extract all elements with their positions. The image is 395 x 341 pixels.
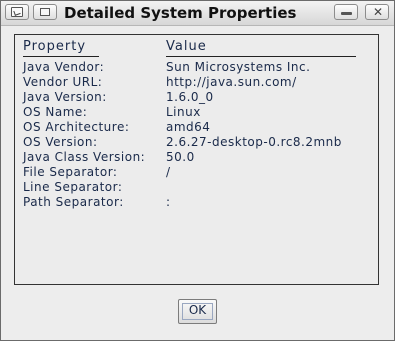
property-value: http://java.sun.com/: [166, 75, 297, 89]
header-divider: [166, 56, 356, 57]
property-key: Java Class Version:: [23, 150, 146, 164]
property-value: Linux: [166, 105, 201, 119]
ok-button[interactable]: OK: [178, 299, 217, 324]
close-button[interactable]: ✕: [365, 4, 389, 20]
property-key: Java Version:: [23, 90, 107, 104]
table-row: Java Class Version: 50.0: [23, 150, 363, 165]
column-header-property: Property: [23, 39, 87, 54]
property-key: File Separator:: [23, 165, 118, 179]
table-row: Vendor URL: http://java.sun.com/: [23, 75, 363, 90]
property-value: 2.6.27-desktop-0.rc8.2mnb: [166, 135, 342, 149]
dialog-window: Detailed System Properties ✕ Property Va…: [0, 0, 395, 341]
table-row: File Separator: /: [23, 165, 363, 180]
window-menu-icon: [40, 8, 50, 16]
property-key: Java Vendor:: [23, 60, 105, 74]
property-value: Sun Microsystems Inc.: [166, 60, 311, 74]
table-row: Java Version: 1.6.0_0: [23, 90, 363, 105]
minimize-icon: [341, 12, 352, 15]
table-row: OS Version: 2.6.27-desktop-0.rc8.2mnb: [23, 135, 363, 150]
property-value: 50.0: [166, 150, 195, 164]
minimize-button[interactable]: [334, 4, 358, 20]
property-key: OS Architecture:: [23, 120, 130, 134]
window-menu-button[interactable]: [33, 4, 57, 20]
ok-button-label: OK: [188, 303, 207, 317]
table-row: Line Separator:: [23, 180, 363, 195]
table-row: Path Separator: :: [23, 195, 363, 210]
column-header-value: Value: [166, 39, 207, 54]
java-app-icon: [11, 7, 23, 17]
table-row: OS Name: Linux: [23, 105, 363, 120]
property-key: Vendor URL:: [23, 75, 103, 89]
property-value: :: [166, 195, 171, 209]
property-value: 1.6.0_0: [166, 90, 214, 104]
property-key: Path Separator:: [23, 195, 124, 209]
title-bar[interactable]: Detailed System Properties ✕: [1, 1, 394, 26]
table-row: OS Architecture: amd64: [23, 120, 363, 135]
property-value: amd64: [166, 120, 211, 134]
property-value: /: [166, 165, 171, 179]
window-title: Detailed System Properties: [64, 4, 297, 22]
property-key: Line Separator:: [23, 180, 123, 194]
table-row: Java Vendor: Sun Microsystems Inc.: [23, 60, 363, 75]
property-key: OS Name:: [23, 105, 88, 119]
close-icon: ✕: [373, 5, 384, 19]
header-divider: [23, 56, 99, 57]
property-key: OS Version:: [23, 135, 98, 149]
app-menu-button[interactable]: [5, 4, 29, 20]
